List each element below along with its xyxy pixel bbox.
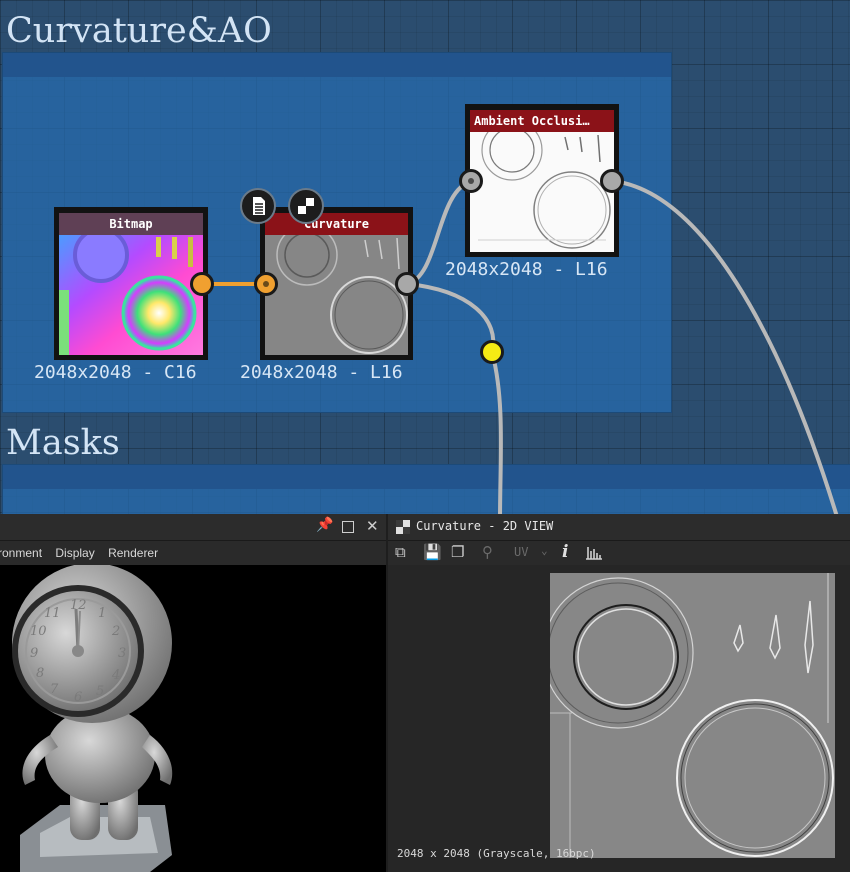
copy-icon[interactable]: ❐: [451, 543, 464, 561]
checker-icon: [396, 520, 410, 534]
node-thumbnail: [470, 132, 614, 252]
node-thumbnail: [265, 235, 408, 355]
2d-view-panel[interactable]: Curvature - 2D VIEW ⧉ 💾 ❐ ⚲ UV ⌄ i 2048 …: [388, 514, 850, 872]
node-label-bitmap: 2048x2048 - C16: [34, 362, 197, 383]
3d-viewport[interactable]: 1212 345 678 91011: [0, 565, 386, 872]
node-ambient-occlusion[interactable]: Ambient Occlusi…: [465, 104, 619, 257]
document-icon: [253, 197, 265, 215]
wire-curvature-reroute: [406, 282, 496, 353]
bitmap-output-port[interactable]: [190, 272, 214, 296]
histogram-icon[interactable]: [585, 544, 603, 560]
pin-icon[interactable]: 📌: [316, 517, 333, 533]
svg-text:5: 5: [96, 684, 104, 699]
3d-view-menubar: ronment Display Renderer: [0, 541, 386, 565]
svg-text:11: 11: [44, 606, 61, 621]
node-label-ambient-occlusion: 2048x2048 - L16: [445, 259, 608, 280]
curvature-output-port[interactable]: [395, 272, 419, 296]
node-bitmap[interactable]: Bitmap: [54, 207, 208, 360]
node-badge-document[interactable]: [240, 188, 276, 224]
view-layout-icon[interactable]: ⧉: [395, 543, 406, 561]
graph-view[interactable]: Curvature&AO Masks Bitmap 2048x2048 - C1…: [0, 0, 850, 514]
node-curvature[interactable]: Curvature: [260, 207, 413, 360]
node-label-curvature: 2048x2048 - L16: [240, 362, 403, 383]
save-icon[interactable]: 💾: [423, 543, 442, 561]
reroute-dot[interactable]: [480, 340, 504, 364]
menu-environment[interactable]: ronment: [0, 541, 42, 565]
share-icon[interactable]: ⚲: [482, 543, 493, 561]
checker-icon: [298, 198, 314, 214]
svg-text:3: 3: [118, 646, 126, 661]
3d-view-panel[interactable]: 📌 ✕ ronment Display Renderer 12 1 2 3 4 …: [0, 514, 386, 872]
info-button[interactable]: i: [562, 542, 568, 562]
node-title: Curvature: [265, 213, 408, 235]
ambient-occlusion-output-port[interactable]: [600, 169, 624, 193]
2d-view-title: Curvature - 2D VIEW: [416, 519, 554, 533]
svg-text:1: 1: [98, 606, 106, 621]
close-icon[interactable]: ✕: [366, 517, 379, 535]
node-badge-checker[interactable]: [288, 188, 324, 224]
chevron-down-icon[interactable]: ⌄: [541, 544, 548, 557]
2d-view-status: 2048 x 2048 (Grayscale, 16bpc): [397, 847, 596, 860]
menu-renderer[interactable]: Renderer: [108, 541, 158, 565]
node-title: Bitmap: [59, 213, 203, 235]
svg-text:4: 4: [111, 668, 120, 683]
wire-reroute-down: [490, 351, 503, 514]
2d-view-toolbar: ⧉ 💾 ❐ ⚲ UV ⌄ i: [388, 541, 850, 565]
node-thumbnail: [59, 235, 203, 355]
node-title: Ambient Occlusi…: [470, 110, 614, 132]
svg-text:10: 10: [30, 624, 47, 639]
svg-text:6: 6: [74, 690, 82, 705]
svg-text:12: 12: [70, 598, 87, 613]
curvature-input-port[interactable]: [254, 272, 278, 296]
svg-text:7: 7: [50, 682, 59, 697]
3d-view-titlebar: 📌 ✕: [0, 514, 386, 541]
maximize-icon[interactable]: [342, 521, 354, 533]
svg-text:9: 9: [30, 646, 38, 661]
menu-display[interactable]: Display: [55, 541, 94, 565]
2d-view-titlebar: Curvature - 2D VIEW: [388, 514, 850, 541]
wire-ao-out: [611, 179, 839, 514]
svg-text:8: 8: [36, 666, 44, 681]
2d-view-image[interactable]: [550, 573, 835, 858]
ambient-occlusion-input-port[interactable]: [459, 169, 483, 193]
svg-text:2: 2: [111, 624, 120, 639]
uv-toggle[interactable]: UV: [514, 545, 528, 559]
